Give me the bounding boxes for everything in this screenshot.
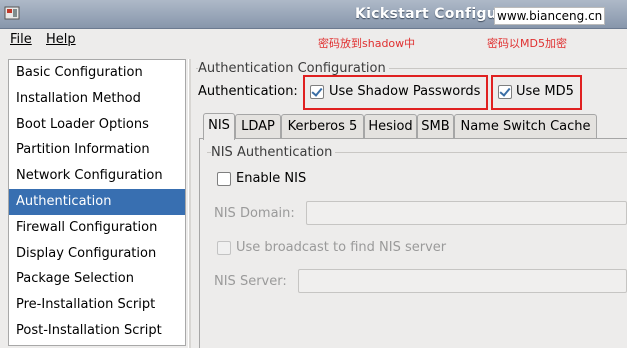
tab-kerberos[interactable]: Kerberos 5 xyxy=(281,114,364,138)
menu-file-label: File xyxy=(10,32,32,47)
use-broadcast-checkbox[interactable] xyxy=(217,241,231,255)
kickstart-window: Kickstart Configurator www.bianceng.cn F… xyxy=(0,0,627,348)
shadow-passwords-label[interactable]: Use Shadow Passwords xyxy=(329,84,480,99)
menu-help[interactable]: Help xyxy=(46,32,76,47)
menu-file[interactable]: File xyxy=(10,32,32,47)
authentication-label: Authentication: xyxy=(198,84,298,99)
sidebar-item-installation[interactable]: Installation Method xyxy=(9,86,185,112)
sidebar-item-display[interactable]: Display Configuration xyxy=(9,241,185,267)
shadow-passwords-checkbox[interactable] xyxy=(310,85,324,99)
use-broadcast-label[interactable]: Use broadcast to find NIS server xyxy=(236,240,446,255)
use-md5-checkbox[interactable] xyxy=(498,85,512,99)
tab-nis[interactable]: NIS xyxy=(203,113,235,140)
nis-group-title: NIS Authentication xyxy=(211,145,336,160)
tab-ldap[interactable]: LDAP xyxy=(235,114,281,138)
sidebar-item-prescript[interactable]: Pre-Installation Script xyxy=(9,292,185,318)
watermark: www.bianceng.cn xyxy=(494,7,606,25)
tab-hesiod[interactable]: Hesiod xyxy=(364,114,417,138)
sidebar-item-packages[interactable]: Package Selection xyxy=(9,266,185,292)
enable-nis-label[interactable]: Enable NIS xyxy=(236,171,306,186)
nis-server-label: NIS Server: xyxy=(214,274,287,289)
enable-nis-checkbox[interactable] xyxy=(217,172,231,186)
tab-name-switch-cache[interactable]: Name Switch Cache xyxy=(454,114,597,138)
tab-smb[interactable]: SMB xyxy=(417,114,454,138)
menu-help-label: Help xyxy=(46,32,76,47)
sidebar-item-postscript[interactable]: Post-Installation Script xyxy=(9,318,185,344)
sidebar-item-firewall[interactable]: Firewall Configuration xyxy=(9,215,185,241)
auth-group-title: Authentication Configuration xyxy=(198,61,389,76)
md5-annotation: 密码以MD5加密 xyxy=(487,37,567,50)
nis-server-input[interactable] xyxy=(298,269,627,293)
nis-domain-label: NIS Domain: xyxy=(214,206,295,221)
shadow-annotation: 密码放到shadow中 xyxy=(318,37,416,50)
sidebar-item-basic[interactable]: Basic Configuration xyxy=(9,60,185,86)
pane-divider[interactable] xyxy=(188,59,191,348)
sidebar-item-bootloader[interactable]: Boot Loader Options xyxy=(9,112,185,138)
nis-domain-input[interactable] xyxy=(306,201,627,225)
app-icon xyxy=(4,6,20,20)
sidebar-item-network[interactable]: Network Configuration xyxy=(9,163,185,189)
sidebar-item-partition[interactable]: Partition Information xyxy=(9,137,185,163)
category-list: Basic Configuration Installation Method … xyxy=(8,59,186,346)
sidebar-item-authentication[interactable]: Authentication xyxy=(9,188,185,215)
use-md5-label[interactable]: Use MD5 xyxy=(516,84,574,99)
